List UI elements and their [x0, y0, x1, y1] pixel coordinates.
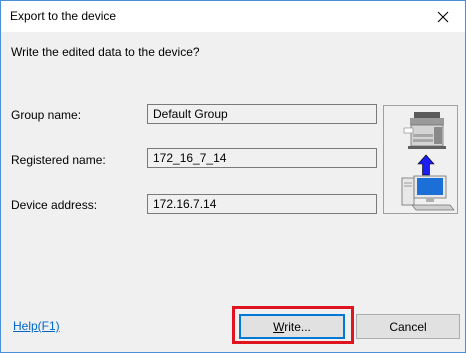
copier-to-computer-transfer-icon [401, 112, 455, 211]
group-name-field: Default Group [147, 104, 377, 124]
title-bar: Export to the device [1, 1, 465, 32]
write-button-label: Write... [273, 319, 311, 334]
dialog-prompt: Write the edited data to the device? [11, 45, 200, 59]
close-icon [437, 11, 449, 22]
registered-name-field: 172_16_7_14 [147, 148, 377, 168]
registered-name-label: Registered name: [11, 153, 106, 167]
device-address-field: 172.16.7.14 [147, 194, 377, 214]
close-button[interactable] [421, 1, 465, 32]
window-title: Export to the device [10, 9, 117, 23]
export-dialog: Export to the device Write the edited da… [0, 0, 466, 353]
device-image [383, 105, 458, 214]
cancel-button[interactable]: Cancel [356, 314, 460, 339]
device-address-label: Device address: [11, 198, 98, 212]
write-button[interactable]: Write... [239, 314, 345, 339]
help-link[interactable]: Help(F1) [13, 319, 60, 333]
group-name-label: Group name: [11, 108, 82, 122]
